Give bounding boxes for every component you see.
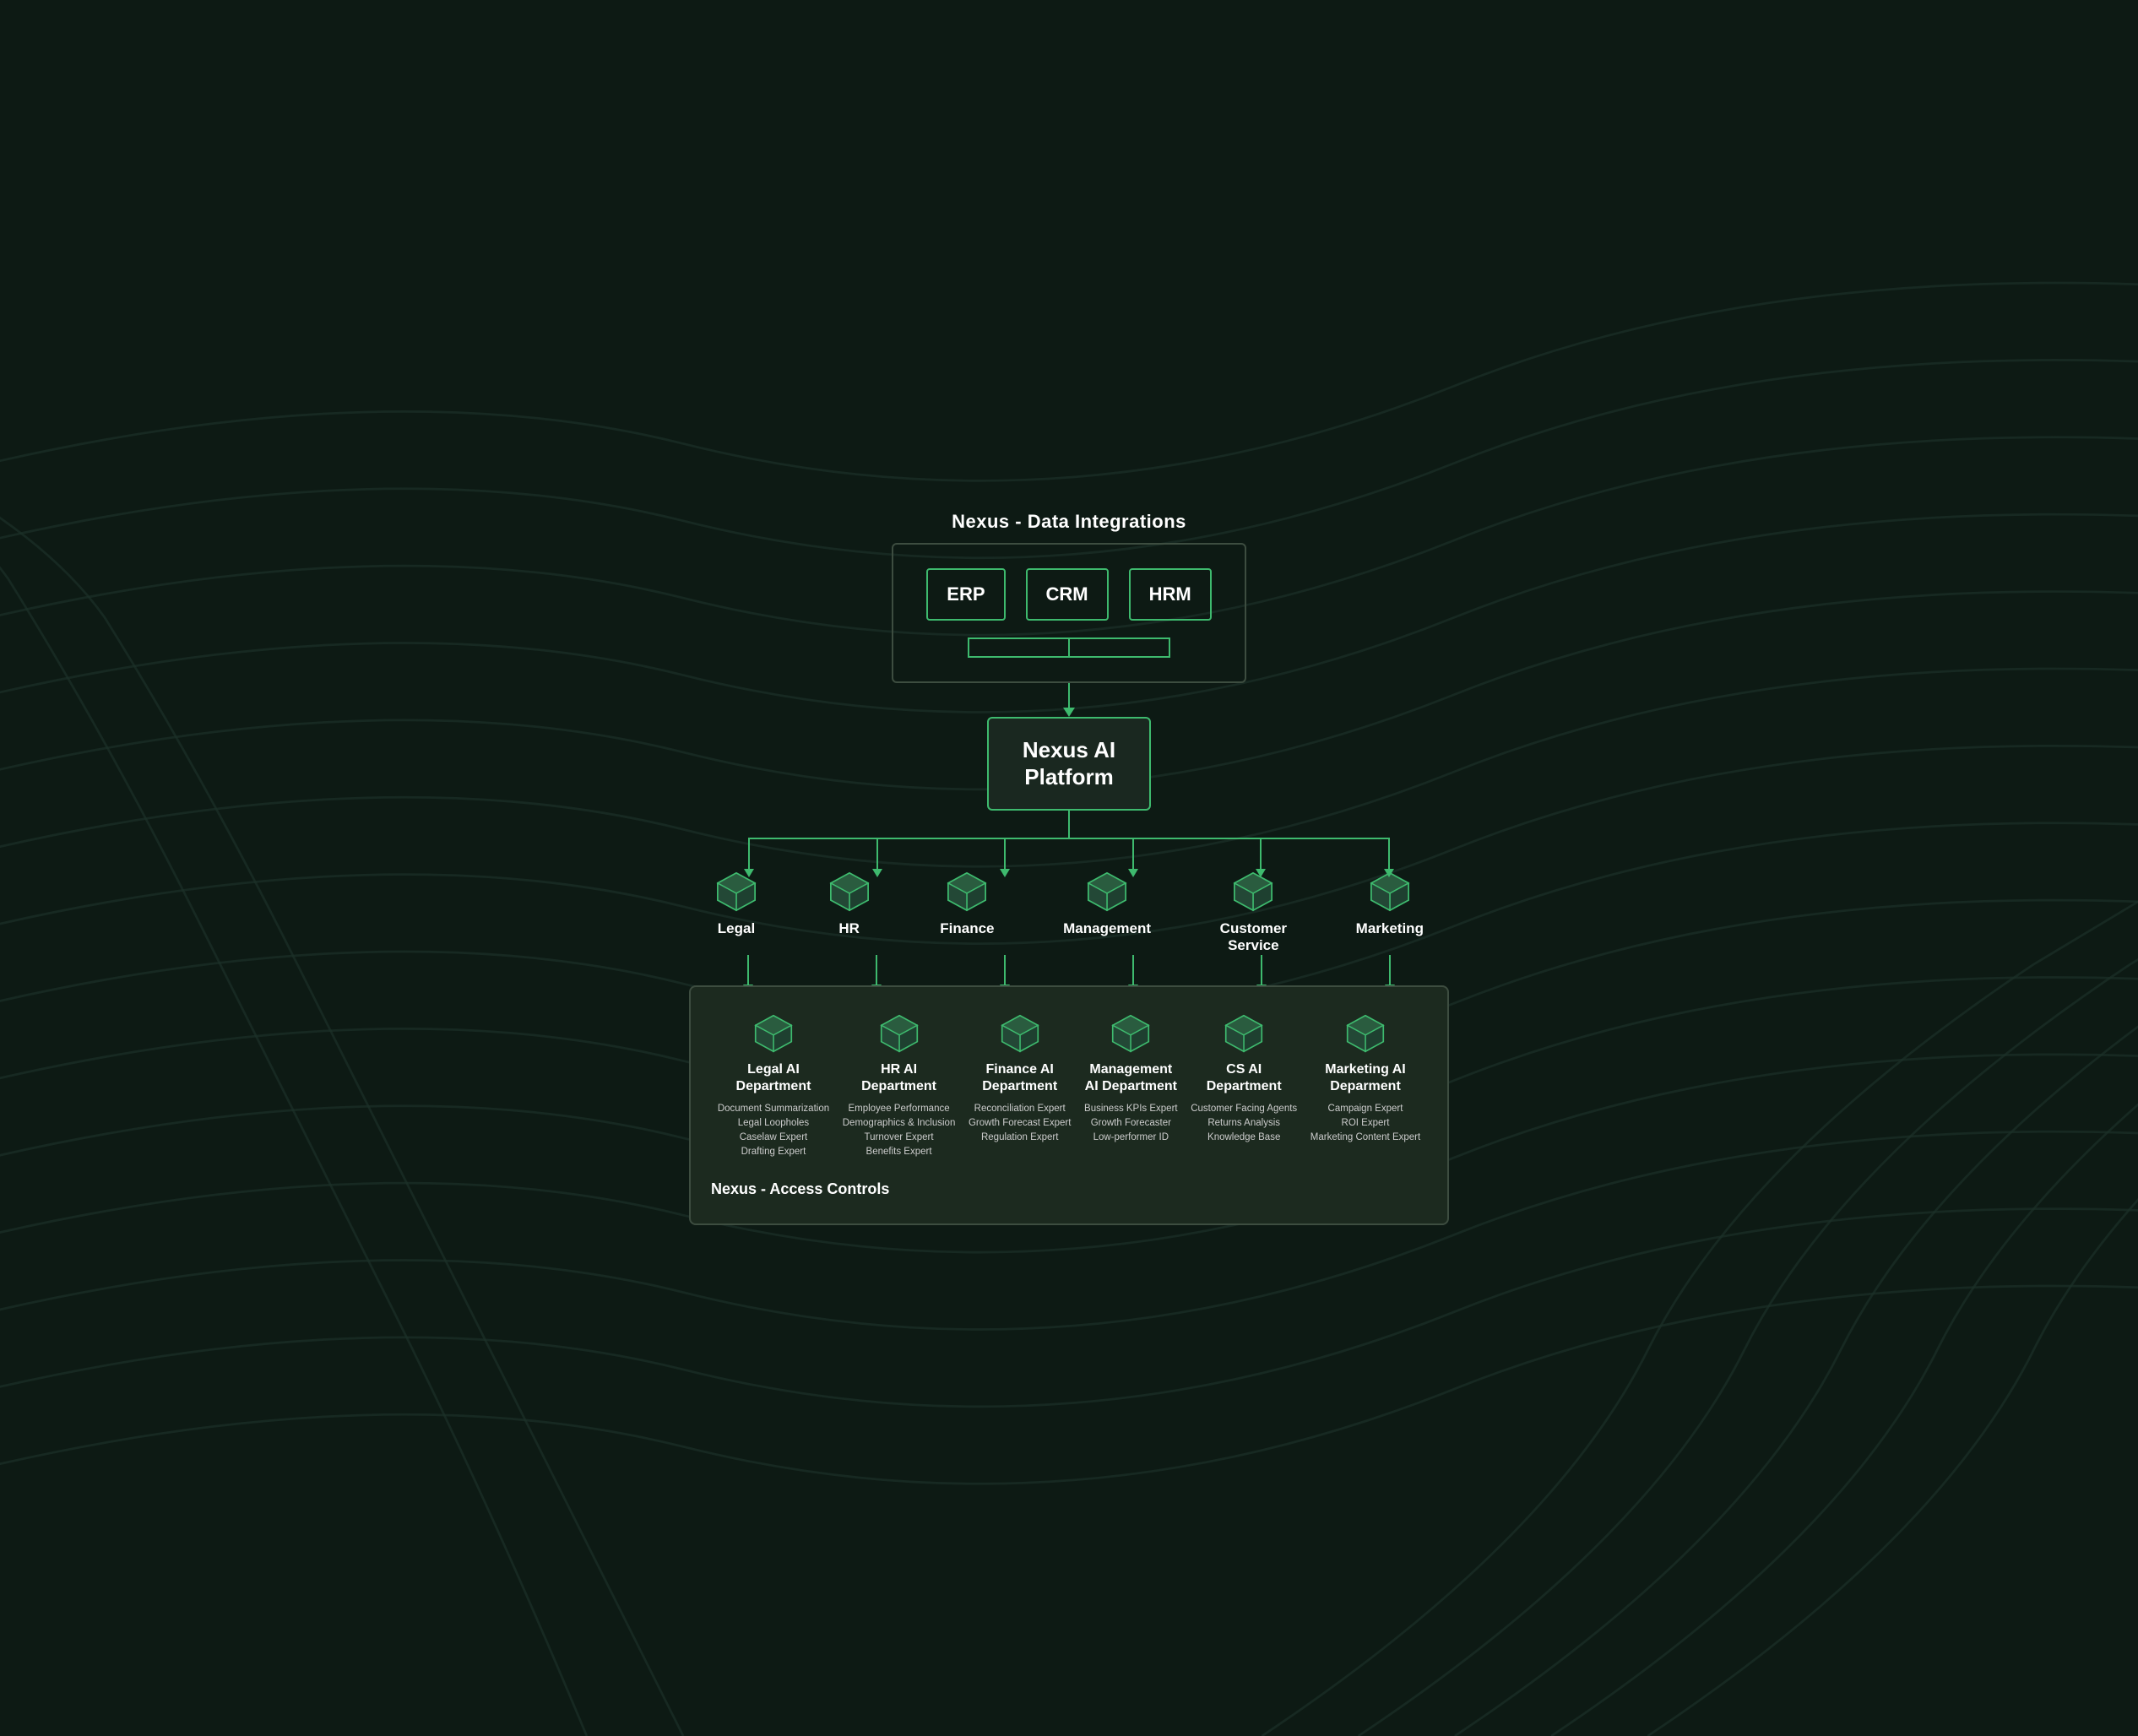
dept-legal-label: Legal (718, 920, 755, 937)
management-ai-cube-icon (1110, 1012, 1152, 1055)
main-diagram: Nexus - Data Integrations ERP CRM HRM Ne… (647, 477, 1491, 1258)
dept-management-label: Management (1063, 920, 1151, 937)
dept-cs-label: CustomerService (1220, 920, 1287, 955)
cs-ai-details: Customer Facing AgentsReturns AnalysisKn… (1191, 1102, 1297, 1146)
management-ai-title: ManagementAI Department (1085, 1061, 1177, 1095)
dept-hr-label: HR (838, 920, 860, 937)
hr-ai-title: HR AIDepartment (861, 1061, 936, 1095)
integration-crm: CRM (1026, 568, 1109, 621)
cs-ai-title: CS AIDepartment (1207, 1061, 1282, 1095)
legal-ai-title: Legal AIDepartment (736, 1061, 811, 1095)
ai-dept-marketing: Marketing AIDeparment Campaign ExpertROI… (1310, 1012, 1420, 1160)
ai-dept-legal: Legal AIDepartment Document Summarizatio… (718, 1012, 829, 1160)
ai-dept-finance: Finance AIDepartment Reconciliation Expe… (969, 1012, 1071, 1160)
legal-ai-cube-icon (752, 1012, 795, 1055)
cs-ai-cube-icon (1223, 1012, 1265, 1055)
platform-title: Nexus AIPlatform (1023, 737, 1115, 789)
integration-items-row: ERP CRM HRM (926, 568, 1211, 621)
finance-ai-cube-icon (999, 1012, 1041, 1055)
integration-erp: ERP (926, 568, 1005, 621)
nexus-platform-box: Nexus AIPlatform (987, 717, 1151, 810)
ai-dept-management: ManagementAI Department Business KPIs Ex… (1084, 1012, 1178, 1160)
dept-cs: CustomerService (1220, 870, 1287, 955)
management-cube-icon (1085, 870, 1129, 914)
dept-finance-label: Finance (940, 920, 994, 937)
ai-departments-row: Legal AIDepartment Document Summarizatio… (711, 1012, 1427, 1160)
dept-finance: Finance (940, 870, 994, 955)
marketing-ai-details: Campaign ExpertROI ExpertMarketing Conte… (1310, 1102, 1420, 1146)
finance-cube-icon (945, 870, 989, 914)
platform-to-depts-connector (706, 811, 1432, 870)
top-title: Nexus - Data Integrations (952, 511, 1186, 533)
cs-cube-icon (1231, 870, 1275, 914)
integrations-to-platform-connector (1068, 683, 1070, 708)
dept-to-ai-connectors (706, 955, 1432, 985)
dept-marketing-label: Marketing (1356, 920, 1424, 937)
management-ai-details: Business KPIs ExpertGrowth ForecasterLow… (1084, 1102, 1178, 1146)
integrations-internal-connector (927, 637, 1211, 658)
access-controls-label: Nexus - Access Controls (711, 1180, 1427, 1198)
hr-ai-details: Employee PerformanceDemographics & Inclu… (843, 1102, 956, 1160)
dept-marketing: Marketing (1356, 870, 1424, 955)
ai-dept-cs: CS AIDepartment Customer Facing AgentsRe… (1191, 1012, 1297, 1160)
hr-ai-cube-icon (878, 1012, 920, 1055)
integration-hrm: HRM (1129, 568, 1212, 621)
hr-cube-icon (828, 870, 871, 914)
marketing-ai-title: Marketing AIDeparment (1325, 1061, 1405, 1095)
dept-legal: Legal (714, 870, 758, 955)
finance-ai-title: Finance AIDepartment (982, 1061, 1057, 1095)
dept-management: Management (1063, 870, 1151, 955)
legal-ai-details: Document SummarizationLegal LoopholesCas… (718, 1102, 829, 1160)
departments-row: Legal HR Finance (706, 870, 1432, 955)
ai-dept-hr: HR AIDepartment Employee PerformanceDemo… (843, 1012, 956, 1160)
integrations-box: ERP CRM HRM (892, 543, 1246, 683)
access-controls-box: Legal AIDepartment Document Summarizatio… (689, 985, 1449, 1225)
dept-hr: HR (828, 870, 871, 955)
finance-ai-details: Reconciliation ExpertGrowth Forecast Exp… (969, 1102, 1071, 1146)
marketing-ai-cube-icon (1344, 1012, 1386, 1055)
